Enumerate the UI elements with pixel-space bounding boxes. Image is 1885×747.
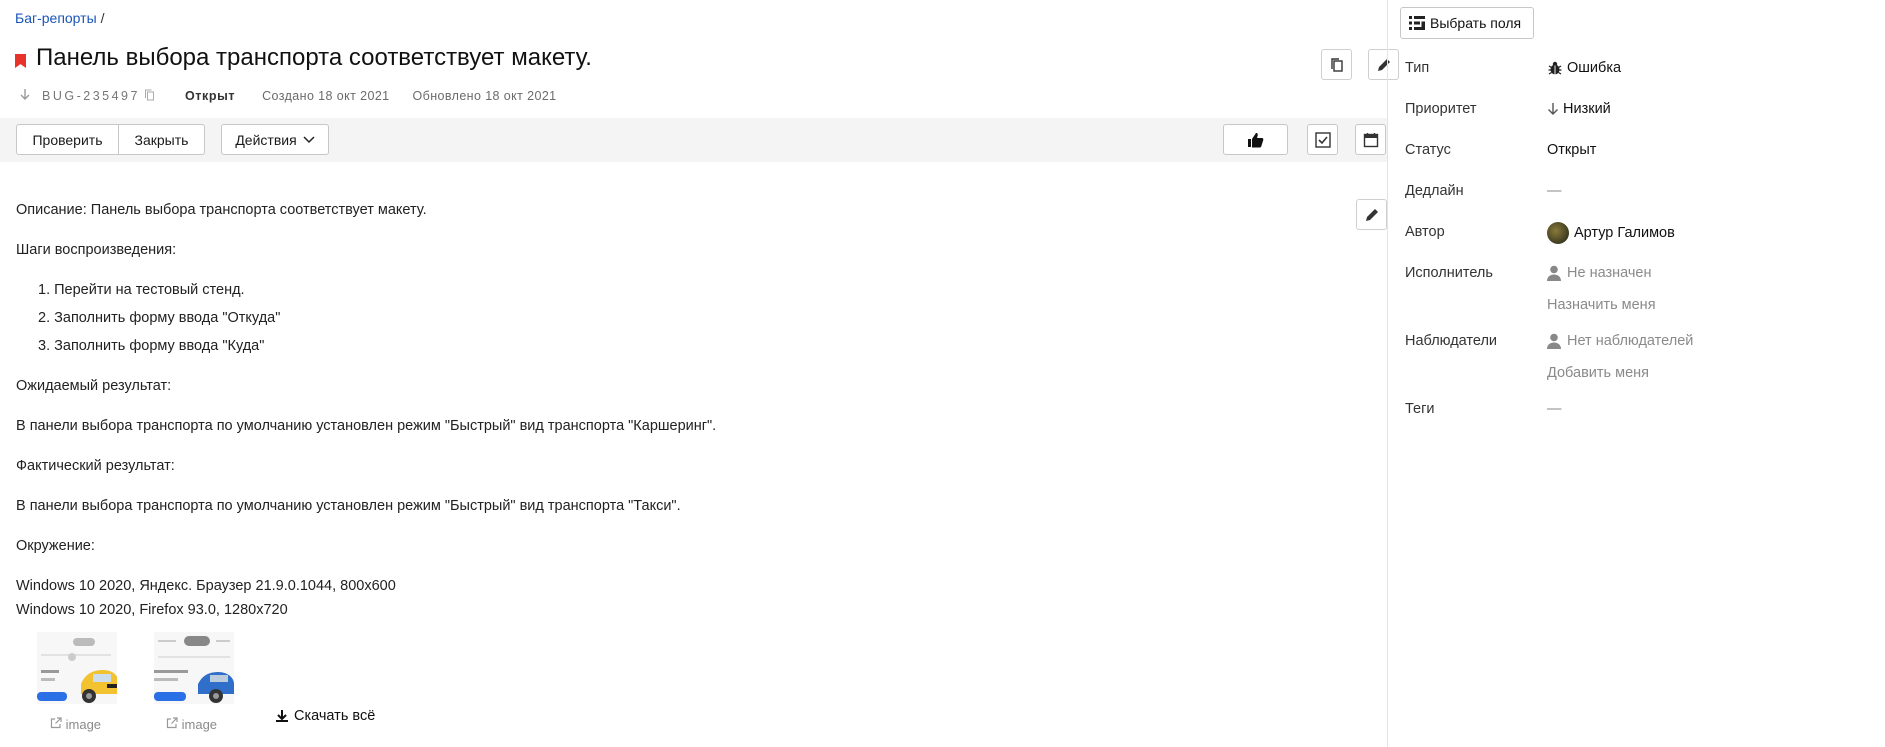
breadcrumb-separator: / (100, 10, 105, 26)
person-icon (1547, 333, 1561, 349)
avatar (1547, 222, 1569, 244)
environment-line-2: Windows 10 2020, Firefox 93.0, 1280x720 (16, 602, 288, 618)
author-name: Артур Галимов (1574, 225, 1675, 241)
actions-dropdown[interactable]: Действия (221, 124, 329, 155)
actions-label: Действия (235, 131, 297, 148)
priority-arrow-icon (20, 88, 30, 104)
type-value[interactable]: Ошибка (1547, 60, 1621, 76)
priority-label: Приоритет (1405, 101, 1477, 117)
external-link-icon (50, 717, 62, 729)
status-value[interactable]: Открыт (1547, 142, 1596, 158)
list-item: 1. Перейти на тестовый стенд. (38, 282, 245, 298)
type-text: Ошибка (1567, 60, 1622, 76)
download-all-label: Скачать всё (294, 708, 376, 724)
calendar-icon (1363, 132, 1378, 147)
list-item: 2. Заполнить форму ввода "Откуда" (38, 310, 281, 326)
expected-result: В панели выбора транспорта по умолчанию … (16, 418, 717, 434)
assignee-text: Не назначен (1567, 265, 1652, 281)
download-icon (276, 710, 288, 722)
thumbs-up-icon (1248, 132, 1264, 147)
assignee-label: Исполнитель (1405, 265, 1493, 281)
attachment-label: image (65, 717, 102, 732)
breadcrumb-link[interactable]: Баг-репорты (15, 10, 97, 26)
copy-link-button[interactable] (1321, 49, 1352, 80)
watchers-text: Нет наблюдателей (1567, 333, 1694, 349)
environment-line-1: Windows 10 2020, Яндекс. Браузер 21.9.0.… (16, 578, 396, 594)
close-button[interactable]: Закрыть (119, 124, 205, 155)
copy-icon (1330, 57, 1343, 72)
list-item: 3. Заполнить форму ввода "Куда" (38, 338, 265, 354)
title-row: Панель выбора транспорта соответствует м… (15, 44, 592, 72)
priority-text: Низкий (1563, 101, 1611, 117)
actual-result: В панели выбора транспорта по умолчанию … (16, 498, 681, 514)
issue-main: Баг-репорты / Панель выбора транспорта со… (0, 0, 1399, 747)
download-all-button[interactable]: Скачать всё (275, 708, 375, 724)
edit-description-button[interactable] (1356, 199, 1387, 230)
priority-value[interactable]: Низкий (1547, 101, 1611, 117)
bookmark-flag-icon[interactable] (15, 54, 26, 68)
checklist-button[interactable] (1307, 124, 1338, 155)
check-button[interactable]: Проверить (16, 124, 119, 155)
watchers-value[interactable]: Нет наблюдателей (1547, 333, 1693, 349)
arrow-down-icon (1548, 103, 1558, 115)
attachment-open-link-1[interactable]: image (50, 717, 101, 732)
tags-label: Теги (1405, 401, 1435, 417)
expected-title: Ожидаемый результат: (16, 378, 172, 394)
chevron-down-icon (303, 135, 315, 143)
issue-status: Открыт (184, 89, 236, 103)
updated-date: Обновлено 18 окт 2021 (412, 89, 557, 103)
actual-title: Фактический результат: (16, 458, 175, 474)
author-label: Автор (1405, 224, 1445, 240)
attachment-open-link-2[interactable]: image (166, 717, 217, 732)
deadline-label: Дедлайн (1405, 183, 1464, 199)
environment-title: Окружение: (16, 538, 95, 554)
action-toolbar: Проверить Закрыть Действия (0, 118, 1387, 162)
tags-value[interactable]: — (1547, 401, 1562, 417)
issue-key[interactable]: BUG-235497 (42, 89, 140, 103)
status-label: Статус (1405, 142, 1451, 158)
deadline-value[interactable]: — (1547, 183, 1562, 199)
issue-sidebar: Выбрать поля Тип Ошибка Приоритет Низкий… (1388, 0, 1885, 747)
add-me-link[interactable]: Добавить меня (1547, 365, 1649, 381)
external-link-icon (166, 717, 178, 729)
pencil-icon (1365, 208, 1378, 221)
attachment-thumbnail-1[interactable] (37, 632, 117, 704)
calendar-button[interactable] (1355, 124, 1386, 155)
attachment-thumbnail-2[interactable] (154, 632, 234, 704)
type-label: Тип (1405, 60, 1430, 76)
description-text: Описание: Панель выбора транспорта соотв… (16, 202, 427, 218)
attachment-label: image (181, 717, 218, 732)
select-fields-button[interactable]: Выбрать поля (1400, 7, 1535, 39)
watchers-label: Наблюдатели (1405, 333, 1498, 349)
copy-key-icon[interactable] (144, 89, 155, 104)
created-date: Создано 18 окт 2021 (262, 89, 390, 103)
assign-me-link[interactable]: Назначить меня (1547, 297, 1656, 313)
like-button[interactable] (1223, 124, 1288, 155)
breadcrumb: Баг-репорты / (15, 10, 105, 26)
issue-title: Панель выбора транспорта соответствует м… (36, 44, 592, 71)
assignee-value[interactable]: Не назначен (1547, 265, 1652, 281)
bug-icon (1548, 61, 1562, 75)
person-icon (1547, 265, 1561, 281)
select-fields-label: Выбрать поля (1430, 15, 1522, 31)
checkbox-icon (1314, 131, 1331, 148)
author-value[interactable]: Артур Галимов (1547, 222, 1675, 244)
steps-title: Шаги воспроизведения: (16, 242, 177, 258)
issue-meta: BUG-235497 Открыт Создано 18 окт 2021 Об… (20, 88, 557, 104)
fields-list-icon (1409, 16, 1425, 30)
